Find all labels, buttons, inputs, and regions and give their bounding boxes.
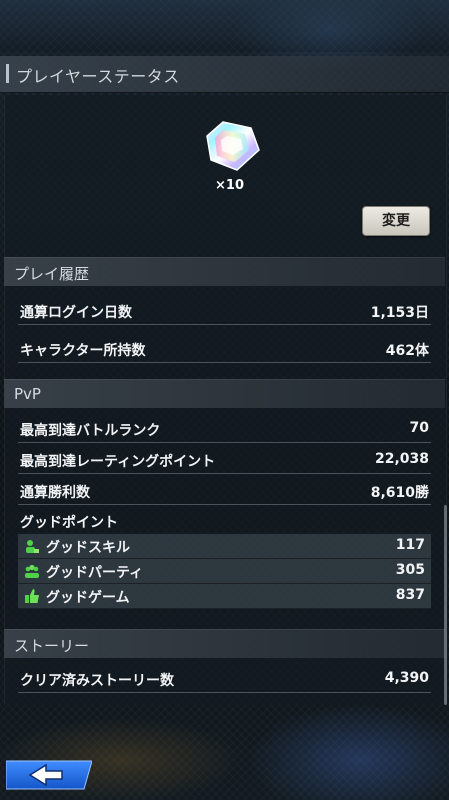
good-point-label: グッドスキル	[46, 540, 130, 556]
section-header-story: ストーリー	[4, 629, 445, 658]
player-status-screen: プレイヤーステータス ×10 変更 プレイ履歴 通算ログイン日数 1,153日 …	[0, 0, 449, 800]
good-point-value: 305	[395, 562, 425, 578]
stat-label: クリア済みストーリー数	[20, 673, 174, 689]
gem-count-label: ×10	[215, 178, 244, 193]
back-button[interactable]	[6, 759, 92, 791]
section-title: プレイ履歴	[14, 265, 90, 283]
stat-label: 最高到達レーティングポイント	[20, 454, 216, 470]
page-title: プレイヤーステータス	[16, 67, 180, 86]
background-banner	[0, 0, 449, 52]
change-button[interactable]: 変更	[362, 206, 430, 236]
good-points-heading: グッドポイント	[18, 508, 431, 534]
stat-value: 8,610勝	[370, 485, 429, 501]
stat-row-max-rating-points: 最高到達レーティングポイント 22,038	[18, 447, 431, 474]
stat-label: 最高到達バトルランク	[20, 423, 161, 439]
section-title: ストーリー	[14, 637, 90, 655]
scrollbar[interactable]	[444, 505, 447, 705]
good-point-row-game: グッドゲーム 837	[18, 584, 431, 609]
good-point-value: 117	[395, 537, 425, 553]
rainbow-gem-icon	[206, 121, 260, 171]
stat-value: 1,153日	[370, 305, 429, 321]
good-point-value: 837	[395, 587, 425, 603]
good-party-icon	[25, 564, 39, 578]
header-accent-bar	[6, 64, 9, 83]
stat-row-character-count: キャラクター所持数 462体	[18, 336, 431, 363]
good-point-row-skill: グッドスキル 117	[18, 534, 431, 559]
good-skill-icon	[26, 540, 39, 553]
stat-label: 通算勝利数	[20, 485, 90, 501]
stat-row-total-wins: 通算勝利数 8,610勝	[18, 478, 431, 505]
good-point-label: グッドパーティ	[46, 565, 144, 581]
section-header-pvp: PvP	[4, 379, 445, 408]
stat-value: 70	[409, 420, 429, 436]
stat-row-max-battle-rank: 最高到達バトルランク 70	[18, 416, 431, 443]
good-points-label: グッドポイント	[20, 515, 118, 531]
stat-row-cleared-stories: クリア済みストーリー数 4,390	[18, 666, 431, 693]
stat-value: 462体	[385, 343, 429, 359]
section-title: PvP	[14, 385, 41, 403]
stat-label: 通算ログイン日数	[20, 305, 132, 321]
good-point-label: グッドゲーム	[46, 590, 130, 606]
stat-value: 4,390	[384, 670, 429, 686]
section-header-play-history: プレイ履歴	[4, 257, 445, 286]
good-game-icon	[25, 589, 39, 603]
good-point-row-party: グッドパーティ 305	[18, 559, 431, 584]
page-header: プレイヤーステータス	[0, 56, 449, 93]
stat-value: 22,038	[374, 451, 429, 467]
stat-row-login-days: 通算ログイン日数 1,153日	[18, 298, 431, 325]
stat-label: キャラクター所持数	[20, 343, 146, 359]
